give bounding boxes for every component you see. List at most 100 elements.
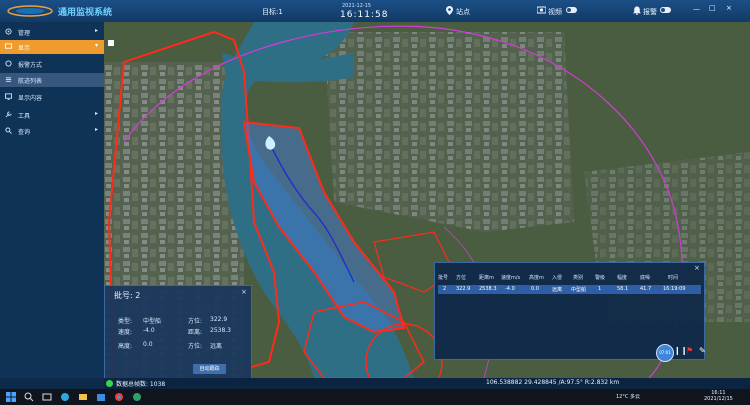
sidebar-item-label: 显示内容 — [18, 95, 43, 102]
table-header: 底噪 — [640, 275, 651, 281]
sidebar-item-alarm-mode[interactable]: 报警方式 — [0, 57, 104, 71]
maximize-icon[interactable]: □ — [709, 4, 716, 12]
frame-count: 数据总帧数: 1038 — [116, 381, 166, 388]
windows-start-icon[interactable] — [6, 392, 16, 402]
sidebar-item-manage[interactable]: 管理 ▸ — [0, 25, 104, 39]
sidebar-item-display[interactable]: 显示 ▾ — [0, 40, 104, 54]
app-title: 通用监视系统 — [58, 8, 113, 18]
edge-browser-icon[interactable] — [60, 392, 70, 402]
app-logo-icon — [7, 5, 53, 17]
sidebar-item-label: 工具 — [18, 113, 31, 120]
display-icon — [5, 43, 12, 49]
table-cell: 远离 — [552, 287, 563, 293]
distance-value: 2538.3 — [210, 327, 231, 334]
sidebar-item-track-list[interactable]: 航迹列表 — [0, 73, 104, 87]
alarm-toggle[interactable] — [660, 7, 671, 13]
table-cell: 322.9 — [456, 286, 471, 292]
table-header: 警级 — [595, 275, 606, 281]
sidebar: 管理 ▸ 显示 ▾ 报警方式 航迹列表 显示内容 工具 ▸ 查询 ▸ — [0, 22, 105, 378]
table-header: 方位 — [456, 275, 467, 281]
video-toggle[interactable] — [566, 7, 577, 13]
table-header: 时间 — [668, 275, 679, 281]
close-icon[interactable]: × — [726, 4, 732, 12]
close-icon[interactable]: × — [241, 288, 247, 296]
table-cell: 41.7 — [640, 286, 652, 292]
app-icon[interactable] — [132, 392, 142, 402]
system-date: 2021/12/15 — [704, 396, 733, 402]
station-label[interactable]: 站点 — [456, 7, 470, 17]
minimize-icon[interactable]: — — [693, 5, 700, 13]
header-clock: 16:11:58 — [340, 10, 389, 20]
cursor-coordinates: 106.538882 29.428845 /A:97.5° R:2.832 km — [486, 379, 620, 386]
sidebar-item-query[interactable]: 查询 ▸ — [0, 124, 104, 138]
target-count: 目标:1 — [262, 8, 283, 16]
sidebar-item-label: 报警方式 — [18, 62, 43, 69]
chrome-icon[interactable] — [114, 392, 124, 402]
table-cell: 16:19:09 — [663, 286, 686, 292]
table-cell: 58.1 — [617, 286, 629, 292]
map-scale-marker — [108, 40, 114, 46]
status-indicator — [106, 380, 113, 387]
chevron-right-icon: ▸ — [94, 27, 98, 34]
table-cell: 中型船 — [571, 287, 587, 293]
table-cell: 0.0 — [531, 286, 539, 292]
search-icon[interactable] — [24, 392, 34, 402]
video-label[interactable]: 视频 — [548, 7, 562, 17]
store-icon[interactable] — [96, 392, 106, 402]
table-header: 距离m — [479, 275, 494, 281]
chevron-down-icon: ▾ — [94, 42, 98, 49]
target-info-panel: 批号: 2 × 类型: 中型船 方位: 322.9 速度: -4.0 距离: 2… — [104, 285, 252, 382]
speed-value: -4.0 — [143, 327, 155, 334]
header-date: 2021-12-15 — [342, 3, 372, 9]
weather-status[interactable]: 12°C 多云 — [616, 393, 640, 400]
info-title: 批号: 2 — [114, 291, 141, 300]
system-clock[interactable]: 16:11 2021/12/15 — [704, 390, 733, 402]
sidebar-item-label: 显示 — [18, 45, 31, 52]
height-value: 0.0 — [143, 341, 153, 348]
bearing-label: 方位: — [188, 318, 203, 325]
sidebar-item-tools[interactable]: 工具 ▸ — [0, 108, 104, 122]
table-cell: 1 — [598, 286, 602, 292]
camera-icon[interactable] — [537, 6, 546, 14]
table-cell: 2 — [443, 286, 447, 292]
distance-label: 距离: — [188, 329, 203, 336]
pen-icon[interactable]: ✎ — [699, 346, 706, 355]
search-icon — [5, 127, 12, 134]
table-row[interactable] — [438, 285, 701, 294]
close-icon[interactable]: × — [694, 264, 700, 272]
speed-label: 速度: — [118, 329, 133, 336]
chevron-right-icon: ▸ — [94, 110, 98, 117]
direction-value: 远离 — [210, 343, 223, 350]
table-header: 入侵 — [552, 275, 563, 281]
status-bar: 数据总帧数: 1038 106.538882 29.428845 /A:97.5… — [104, 378, 750, 389]
wrench-icon — [5, 111, 12, 118]
chevron-right-icon: ▸ — [94, 126, 98, 133]
sidebar-item-label: 管理 — [18, 30, 31, 37]
table-cell: -4.0 — [505, 286, 515, 292]
file-explorer-icon[interactable] — [78, 392, 88, 402]
direction-label: 方位: — [188, 343, 203, 350]
flag-icon[interactable]: ⚑ — [686, 346, 693, 355]
task-view-icon[interactable] — [42, 392, 52, 402]
monitor-icon — [5, 93, 12, 100]
table-header: 幅度 — [617, 275, 628, 281]
alarm-icon — [5, 60, 12, 67]
sidebar-item-label: 航迹列表 — [18, 78, 43, 85]
title-bar: 通用监视系统 目标:1 2021-12-15 16:11:58 站点 视频 报警… — [0, 0, 750, 23]
auto-track-button[interactable]: 自动跟踪 — [193, 364, 226, 374]
bell-icon[interactable] — [633, 6, 641, 15]
type-label: 类型: — [118, 318, 133, 325]
alarm-label[interactable]: 报警 — [643, 7, 657, 17]
location-pin-icon[interactable] — [446, 6, 453, 15]
table-cell: 2538.3 — [479, 286, 497, 292]
playback-position-button[interactable]: 07:01 — [656, 344, 674, 362]
table-header: 类别 — [573, 275, 584, 281]
sidebar-item-display-content[interactable]: 显示内容 — [0, 90, 104, 104]
urban-area-right — [324, 32, 574, 232]
type-value: 中型船 — [143, 318, 162, 325]
gear-icon — [5, 28, 12, 35]
table-header: 高度m — [529, 275, 544, 281]
bearing-value: 322.9 — [210, 316, 228, 323]
os-taskbar: 12°C 多云 16:11 2021/12/15 — [0, 389, 750, 405]
height-label: 高度: — [118, 343, 133, 350]
